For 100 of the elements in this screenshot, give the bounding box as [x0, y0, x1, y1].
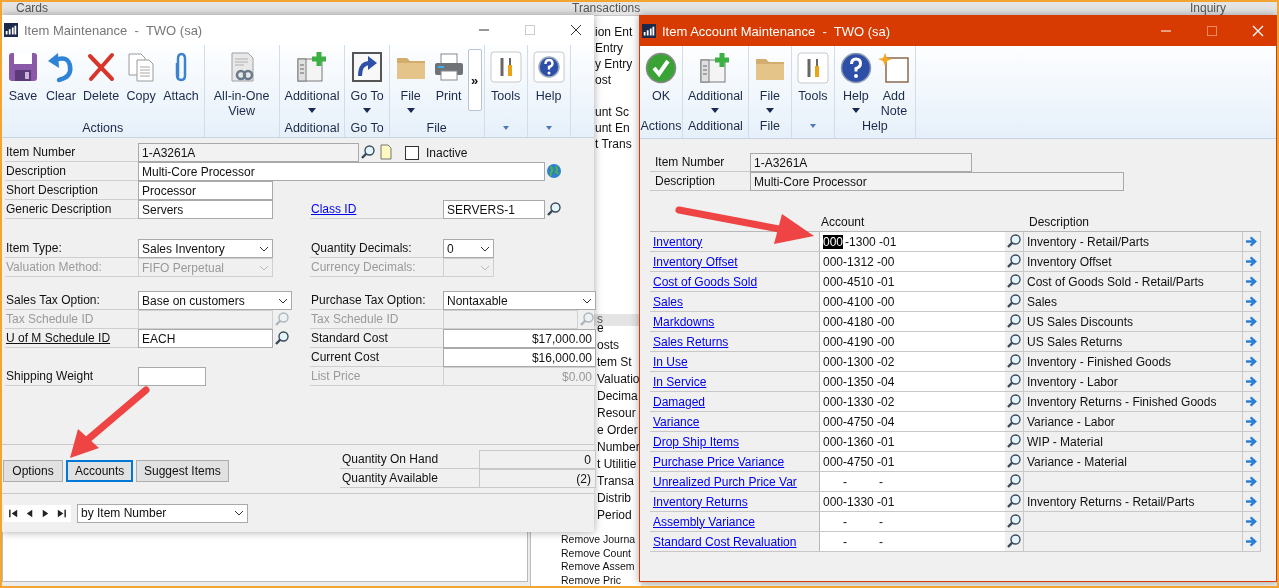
text-field[interactable]: 1-A3261A	[138, 143, 359, 162]
account-field[interactable]: 000 -1300 -01	[819, 232, 1005, 251]
right-arrow-icon[interactable]	[1245, 276, 1258, 287]
search-icon[interactable]	[1006, 413, 1022, 429]
navigation-link[interactable]: Transa	[597, 473, 640, 490]
button[interactable]: Suggest Items	[136, 460, 229, 482]
navigation-link[interactable]: t Trans	[595, 136, 633, 152]
caret-icon[interactable]	[809, 123, 816, 128]
ribbon-button[interactable]: Save	[4, 45, 42, 119]
search-icon[interactable]	[1006, 533, 1022, 549]
navigation-link[interactable]: unt En	[595, 120, 633, 136]
account-type-link[interactable]: Cost of Goods Sold	[653, 274, 758, 289]
right-arrow-icon[interactable]	[1245, 396, 1258, 407]
account-field[interactable]: 000-1300 -02	[819, 352, 1005, 371]
search-icon[interactable]	[546, 201, 562, 217]
checkbox[interactable]	[405, 145, 419, 160]
navigation-link[interactable]: Decima	[597, 388, 640, 405]
right-arrow-icon[interactable]	[1245, 256, 1258, 267]
account-field[interactable]: 000-4180 -00	[819, 312, 1005, 331]
account-type-link[interactable]: Purchase Price Variance	[653, 454, 785, 469]
ribbon-button[interactable]: Clear	[42, 45, 80, 119]
search-icon[interactable]	[1006, 353, 1022, 369]
navigation-link[interactable]: Number	[597, 439, 640, 456]
right-arrow-icon[interactable]	[1245, 316, 1258, 327]
navigation-link[interactable]: y Entry	[595, 56, 633, 72]
search-icon[interactable]	[1006, 313, 1022, 329]
right-arrow-icon[interactable]	[1245, 476, 1258, 487]
ribbon-button[interactable]: Additional	[281, 45, 343, 119]
ribbon-button[interactable]: Add Note	[874, 46, 913, 117]
right-arrow-icon[interactable]	[1245, 516, 1258, 527]
navigation-link[interactable]: unt Sc	[595, 104, 633, 120]
navigation-link[interactable]: Resour	[597, 405, 640, 422]
navigation-link[interactable]: t Utilitie	[597, 456, 640, 473]
text-field[interactable]: $17,000.00	[443, 329, 596, 348]
text-field[interactable]	[138, 367, 206, 386]
right-arrow-icon[interactable]	[1245, 536, 1258, 547]
ribbon-button[interactable]: File	[391, 45, 430, 119]
globe-icon[interactable]	[546, 163, 562, 179]
account-field[interactable]: - -	[819, 532, 1005, 551]
ribbon-button[interactable]: Tools	[793, 46, 832, 117]
search-icon[interactable]	[1006, 453, 1022, 469]
account-field[interactable]: 000-4100 -00	[819, 292, 1005, 311]
search-icon[interactable]	[1006, 273, 1022, 289]
ribbon-button[interactable]: Delete	[80, 45, 123, 119]
close-icon[interactable]	[570, 24, 582, 36]
account-type-link[interactable]: Sales Returns	[653, 334, 729, 349]
field-label-link[interactable]: U of M Schedule ID	[6, 331, 111, 345]
search-icon[interactable]	[1006, 233, 1022, 249]
search-icon[interactable]	[1006, 433, 1022, 449]
account-field[interactable]: 000-4750 -01	[819, 452, 1005, 471]
text-field[interactable]: $16,000.00	[443, 348, 596, 367]
navigation-link[interactable]: Distrib	[597, 490, 640, 507]
dropdown[interactable]: by Item Number	[77, 503, 248, 523]
navigation-link[interactable]: ost	[595, 72, 633, 88]
search-icon[interactable]	[1006, 253, 1022, 269]
account-field[interactable]: 000-1312 -00	[819, 252, 1005, 271]
account-type-link[interactable]: Variance	[653, 414, 700, 429]
account-type-link[interactable]: In Service	[653, 374, 707, 389]
navigation-link[interactable]: Valuatio	[597, 371, 640, 388]
overflow-button[interactable]: »	[467, 49, 482, 111]
account-type-link[interactable]: Markdowns	[653, 314, 715, 329]
dropdown[interactable]: Base on customers	[138, 291, 292, 310]
first-record-icon[interactable]	[8, 507, 19, 519]
navigation-link[interactable]: ion Ent	[595, 24, 633, 40]
search-icon[interactable]	[1006, 513, 1022, 529]
ribbon-button[interactable]: File	[750, 46, 789, 117]
next-record-icon[interactable]	[40, 507, 51, 519]
search-icon[interactable]	[274, 330, 290, 346]
text-field[interactable]: Multi-Core Processor	[750, 172, 1124, 191]
account-field[interactable]: 000-4510 -01	[819, 272, 1005, 291]
account-field[interactable]: 000-1360 -01	[819, 432, 1005, 451]
account-type-link[interactable]: Inventory Returns	[653, 494, 748, 509]
navigation-link[interactable]: osts	[597, 337, 640, 354]
account-type-link[interactable]: Sales	[653, 294, 684, 309]
navigation-link[interactable]: Remove Journa	[561, 533, 636, 547]
account-field[interactable]: 000-4750 -04	[819, 412, 1005, 431]
search-icon[interactable]	[1006, 473, 1022, 489]
ribbon-button[interactable]: Print	[429, 45, 468, 119]
navigation-link[interactable]: Entry	[595, 40, 633, 56]
ribbon-button[interactable]: Tools	[486, 45, 525, 119]
text-field[interactable]: Multi-Core Processor	[138, 162, 545, 181]
account-field[interactable]: - -	[819, 512, 1005, 531]
button[interactable]: Options	[3, 460, 63, 482]
last-record-icon[interactable]	[56, 507, 67, 519]
dropdown[interactable]: Nontaxable	[443, 291, 596, 310]
right-arrow-icon[interactable]	[1245, 356, 1258, 367]
right-arrow-icon[interactable]	[1245, 416, 1258, 427]
navigation-link[interactable]: e Order	[597, 422, 640, 439]
navigation-link[interactable]: Remove Pric	[561, 573, 636, 586]
account-type-link[interactable]: Damaged	[653, 394, 706, 409]
account-field[interactable]: 000-4190 -00	[819, 332, 1005, 351]
dropdown[interactable]: Sales Inventory	[138, 239, 273, 258]
right-arrow-icon[interactable]	[1245, 376, 1258, 387]
class-id-link[interactable]: Class ID	[311, 202, 357, 216]
navigation-link[interactable]: Remove Assem	[561, 560, 636, 574]
search-icon[interactable]	[1006, 293, 1022, 309]
search-icon[interactable]	[360, 144, 376, 160]
account-type-link[interactable]: Assembly Variance	[653, 514, 755, 529]
navigation-link[interactable]: Period	[597, 507, 640, 524]
navigation-link[interactable]: tem St	[597, 354, 640, 371]
